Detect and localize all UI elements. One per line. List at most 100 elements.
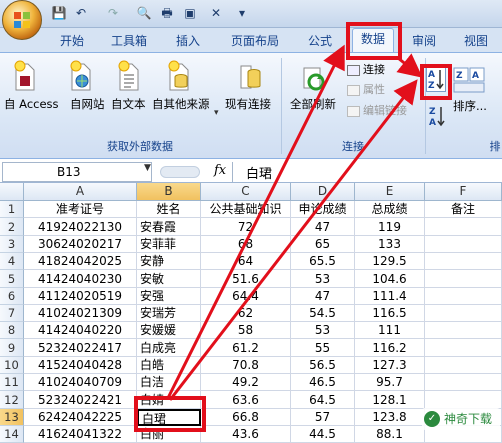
table-cell[interactable] (425, 391, 502, 409)
table-cell[interactable] (425, 357, 502, 374)
table-cell[interactable]: 安敏 (137, 270, 201, 288)
table-cell[interactable]: 62 (201, 305, 291, 322)
from-web-button[interactable]: 自网站 (70, 96, 105, 112)
insert-function-icon[interactable]: fx (214, 163, 226, 178)
from-text-button[interactable]: 自文本 (111, 96, 146, 112)
tab-review[interactable]: 审阅 (404, 31, 444, 51)
table-cell[interactable]: 白成亮 (137, 339, 201, 357)
table-cell[interactable]: 133 (355, 236, 425, 253)
tab-formulas[interactable]: 公式 (300, 31, 340, 51)
table-cell[interactable] (425, 288, 502, 305)
select-all-corner[interactable] (0, 183, 24, 201)
table-cell[interactable]: 52324022417 (24, 339, 137, 357)
image-icon[interactable]: ▣ (181, 4, 199, 22)
table-cell[interactable]: 128.1 (355, 391, 425, 409)
table-cell[interactable]: 安春霞 (137, 218, 201, 236)
table-cell[interactable]: 116.2 (355, 339, 425, 357)
table-header-cell[interactable]: 备注 (425, 201, 502, 218)
row-header[interactable]: 6 (0, 288, 24, 305)
row-header[interactable]: 11 (0, 374, 24, 391)
table-cell[interactable]: 65.5 (291, 253, 355, 270)
table-cell[interactable]: 47 (291, 288, 355, 305)
table-cell[interactable] (425, 305, 502, 322)
table-cell[interactable] (425, 218, 502, 236)
sort-descending-button[interactable]: ZA (428, 104, 446, 128)
table-cell[interactable]: 安静 (137, 253, 201, 270)
table-cell[interactable]: 55 (291, 339, 355, 357)
table-cell[interactable]: 安媛媛 (137, 322, 201, 339)
qat-customize-icon[interactable]: ▾ (233, 4, 251, 22)
row-header[interactable]: 10 (0, 357, 24, 374)
row-header[interactable]: 9 (0, 339, 24, 357)
table-cell[interactable] (425, 270, 502, 288)
table-cell[interactable]: 119 (355, 218, 425, 236)
column-header-d[interactable]: D (291, 183, 355, 201)
undo-icon[interactable]: ↶ (72, 4, 90, 22)
table-cell[interactable]: 安瑞芳 (137, 305, 201, 322)
redo-icon[interactable]: ↷ (104, 4, 122, 22)
column-header-c[interactable]: C (201, 183, 291, 201)
table-cell[interactable]: 64.4 (201, 288, 291, 305)
table-cell[interactable]: 127.3 (355, 357, 425, 374)
existing-connections-button[interactable]: 现有连接 (225, 96, 271, 112)
row-header[interactable]: 12 (0, 391, 24, 409)
from-access-button[interactable]: 自 Access (4, 96, 59, 112)
table-header-cell[interactable]: 申论成绩 (291, 201, 355, 218)
row-header[interactable]: 2 (0, 218, 24, 236)
table-cell[interactable]: 95.7 (355, 374, 425, 391)
row-header[interactable]: 8 (0, 322, 24, 339)
table-cell[interactable]: 41524040428 (24, 357, 137, 374)
name-box-dropdown-icon[interactable]: ▼ (144, 163, 151, 173)
table-cell[interactable]: 41924022130 (24, 218, 137, 236)
table-cell[interactable]: 41024021309 (24, 305, 137, 322)
tab-view[interactable]: 视图 (456, 31, 496, 51)
column-header-f[interactable]: F (425, 183, 502, 201)
table-cell[interactable]: 65 (291, 236, 355, 253)
table-cell[interactable]: 41124020519 (24, 288, 137, 305)
table-header-cell[interactable]: 准考证号 (24, 201, 137, 218)
table-cell[interactable]: 安强 (137, 288, 201, 305)
table-cell[interactable]: 52324022421 (24, 391, 137, 409)
from-other-sources-button[interactable]: 自其他来源 (152, 96, 210, 112)
tab-toolbox[interactable]: 工具箱 (104, 31, 154, 51)
table-header-cell[interactable]: 公共基础知识 (201, 201, 291, 218)
tab-insert[interactable]: 插入 (168, 31, 208, 51)
name-box[interactable]: B13 (2, 162, 152, 182)
table-cell[interactable]: 56.5 (291, 357, 355, 374)
table-cell[interactable]: 68 (201, 236, 291, 253)
table-cell[interactable]: 57 (291, 409, 355, 426)
print-preview-icon[interactable]: 🔍 (135, 4, 153, 22)
table-cell[interactable]: 白皓 (137, 357, 201, 374)
save-icon[interactable]: 💾 (50, 4, 68, 22)
table-cell[interactable]: 111 (355, 322, 425, 339)
row-header[interactable]: 1 (0, 201, 24, 218)
table-cell[interactable]: 62424042225 (24, 409, 137, 426)
table-cell[interactable] (425, 374, 502, 391)
table-cell[interactable]: 104.6 (355, 270, 425, 288)
email-icon[interactable]: ✕ (207, 4, 225, 22)
tab-home[interactable]: 开始 (52, 31, 92, 51)
table-cell[interactable]: 安菲菲 (137, 236, 201, 253)
table-cell[interactable]: 64 (201, 253, 291, 270)
refresh-all-button[interactable]: 全部刷新 (290, 96, 336, 112)
table-cell[interactable]: 41424040220 (24, 322, 137, 339)
table-cell[interactable]: 47 (291, 218, 355, 236)
table-cell[interactable]: 58 (201, 322, 291, 339)
row-header[interactable]: 3 (0, 236, 24, 253)
column-header-e[interactable]: E (355, 183, 425, 201)
table-cell[interactable] (425, 339, 502, 357)
formula-input[interactable]: 白珺 (246, 163, 272, 182)
table-cell[interactable] (425, 322, 502, 339)
connections-button[interactable]: 连接 (347, 61, 385, 77)
edit-links-button[interactable]: 编辑链接 (347, 102, 407, 118)
table-cell[interactable]: 46.5 (291, 374, 355, 391)
table-cell[interactable]: 61.2 (201, 339, 291, 357)
table-cell[interactable]: 41824042025 (24, 253, 137, 270)
table-cell[interactable]: 111.4 (355, 288, 425, 305)
column-header-a[interactable]: A (24, 183, 137, 201)
row-header[interactable]: 13 (0, 409, 24, 426)
table-cell[interactable]: 53 (291, 270, 355, 288)
table-cell[interactable]: 70.8 (201, 357, 291, 374)
table-cell[interactable]: 72 (201, 218, 291, 236)
properties-button[interactable]: 属性 (347, 81, 385, 97)
